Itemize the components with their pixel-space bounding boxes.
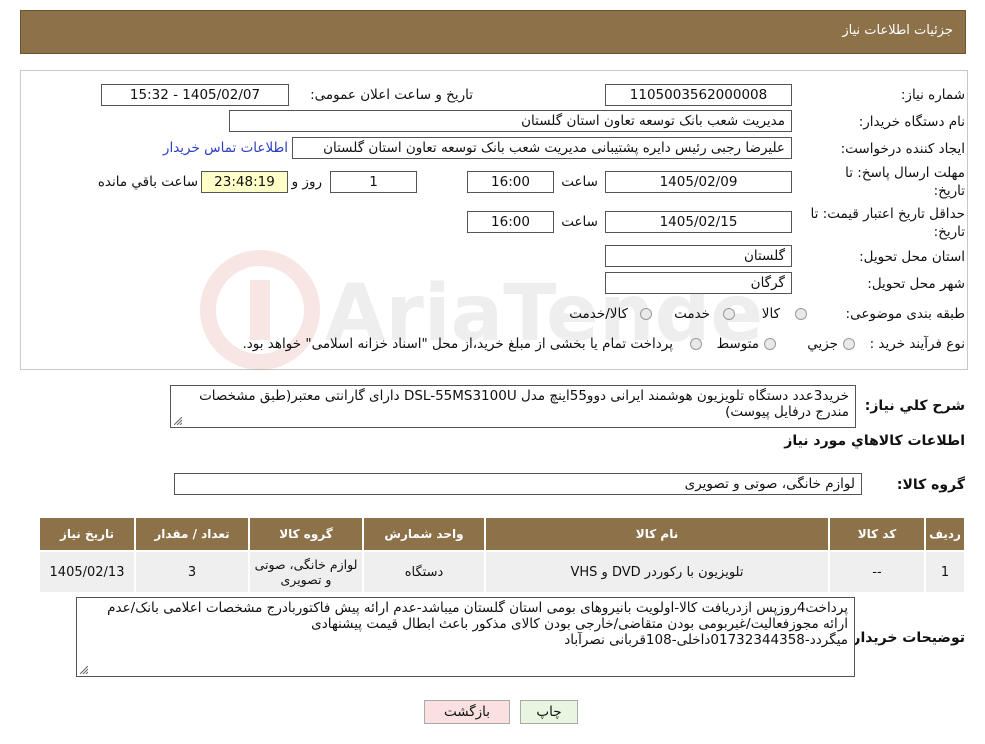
requester-field: علیرضا رجبی رئیس دایره پشتیبانی مدیریت ش… bbox=[292, 137, 792, 159]
purchase-type-option-medium: متوسط bbox=[716, 336, 759, 352]
col-quantity: تعداد / مقدار bbox=[134, 516, 250, 552]
deadline-time-label: ساعت bbox=[561, 174, 598, 190]
category-option-service: خدمت bbox=[674, 306, 710, 322]
price-validity-label-line1: حداقل تاریخ اعتبار قیمت: تا bbox=[810, 206, 965, 222]
remaining-time-label: ساعت باقي مانده bbox=[97, 174, 198, 190]
requester-label: ایجاد کننده درخواست: bbox=[840, 141, 965, 157]
category-option-goods: کالا bbox=[761, 306, 780, 322]
remaining-time-field: 23:48:19 bbox=[201, 171, 288, 193]
price-validity-label-line2: تاریخ: bbox=[933, 224, 965, 240]
description-text: خرید3عدد دستگاه تلویزیون هوشمند ایرانی د… bbox=[199, 388, 849, 420]
city-field: گرگان bbox=[605, 272, 792, 294]
province-field: گلستان bbox=[605, 245, 792, 267]
buyer-notes-label: توضیحات خریدار: bbox=[846, 630, 965, 646]
table-row: 1 -- تلویزیون با رکوردر DVD و VHS دستگاه… bbox=[38, 550, 966, 594]
category-label: طبقه بندی موضوعی: bbox=[845, 306, 965, 322]
cell-row-number: 1 bbox=[924, 550, 966, 594]
announce-field: 1405/02/07 - 15:32 bbox=[101, 84, 289, 106]
goods-table: رديف کد کالا نام کالا واحد شمارش گروه کا… bbox=[38, 516, 966, 594]
page-header: جزئیات اطلاعات نیاز bbox=[20, 10, 966, 54]
cell-item-name: تلویزیون با رکوردر DVD و VHS bbox=[484, 550, 830, 594]
need-number-label: شماره نیاز: bbox=[900, 87, 965, 103]
deadline-days-label: روز و bbox=[291, 174, 322, 190]
print-button[interactable]: چاپ bbox=[520, 700, 578, 724]
page-title: جزئیات اطلاعات نیاز bbox=[842, 23, 953, 38]
cell-unit: دستگاه bbox=[362, 550, 486, 594]
purchase-type-radio-medium[interactable] bbox=[764, 338, 776, 350]
price-validity-date-field: 1405/02/15 bbox=[605, 211, 792, 233]
cell-need-date: 1405/02/13 bbox=[38, 550, 136, 594]
resize-grip-icon[interactable] bbox=[174, 417, 182, 425]
province-label: استان محل تحویل: bbox=[859, 249, 965, 265]
cell-quantity: 3 bbox=[134, 550, 250, 594]
back-button[interactable]: بازگشت bbox=[424, 700, 510, 724]
buyer-notes-text: پرداخت4روزپس ازدریافت کالا-اولویت بانیرو… bbox=[107, 600, 848, 648]
deadline-days-field: 1 bbox=[330, 171, 417, 193]
buyer-contact-link[interactable]: اطلاعات تماس خریدار bbox=[163, 140, 288, 156]
col-item-code: کد کالا bbox=[828, 516, 926, 552]
deadline-label-line1: مهلت ارسال پاسخ: تا bbox=[845, 165, 965, 181]
col-group: گروه کالا bbox=[248, 516, 364, 552]
purchase-type-note: پرداخت تمام یا بخشی از مبلغ خرید،از محل … bbox=[242, 336, 673, 352]
deadline-time-field: 16:00 bbox=[467, 171, 554, 193]
description-field: خرید3عدد دستگاه تلویزیون هوشمند ایرانی د… bbox=[170, 385, 856, 428]
goods-group-label: گروه کالا: bbox=[896, 477, 965, 493]
goods-info-title: اطلاعات کالاهاي مورد نياز bbox=[784, 433, 965, 449]
goods-group-field: لوازم خانگی، صوتی و تصویری bbox=[174, 473, 862, 495]
price-validity-time-field: 16:00 bbox=[467, 211, 554, 233]
description-label: شرح کلي نياز: bbox=[864, 398, 965, 414]
deadline-date-field: 1405/02/09 bbox=[605, 171, 792, 193]
deadline-label-line2: تاریخ: bbox=[933, 183, 965, 199]
col-unit: واحد شمارش bbox=[362, 516, 486, 552]
purchase-type-option-partial: جزیي bbox=[807, 336, 838, 352]
purchase-type-radio-partial[interactable] bbox=[843, 338, 855, 350]
col-row-number: رديف bbox=[924, 516, 966, 552]
purchase-type-label: نوع فرآیند خرید : bbox=[869, 336, 965, 352]
purchase-type-radio-treasury[interactable] bbox=[690, 338, 702, 350]
category-option-goods-service: کالا/خدمت bbox=[569, 306, 628, 322]
buyer-org-field: مدیریت شعب بانک توسعه تعاون استان گلستان bbox=[229, 110, 792, 132]
col-item-name: نام کالا bbox=[484, 516, 830, 552]
goods-table-header-row: رديف کد کالا نام کالا واحد شمارش گروه کا… bbox=[38, 516, 966, 552]
announce-label: تاریخ و ساعت اعلان عمومی: bbox=[310, 87, 473, 103]
cell-item-code: -- bbox=[828, 550, 926, 594]
need-number-field: 1105003562000008 bbox=[605, 84, 792, 106]
category-radio-goods-service[interactable] bbox=[640, 308, 652, 320]
resize-grip-icon[interactable] bbox=[80, 666, 88, 674]
category-radio-service[interactable] bbox=[723, 308, 735, 320]
cell-group: لوازم خانگی، صوتی و تصویری bbox=[248, 550, 364, 594]
price-validity-time-label: ساعت bbox=[561, 214, 598, 230]
category-radio-goods[interactable] bbox=[795, 308, 807, 320]
col-need-date: تاريخ نياز bbox=[38, 516, 136, 552]
buyer-notes-field: پرداخت4روزپس ازدریافت کالا-اولویت بانیرو… bbox=[76, 597, 855, 677]
buyer-org-label: نام دستگاه خریدار: bbox=[858, 114, 965, 130]
city-label: شهر محل تحویل: bbox=[867, 276, 965, 292]
